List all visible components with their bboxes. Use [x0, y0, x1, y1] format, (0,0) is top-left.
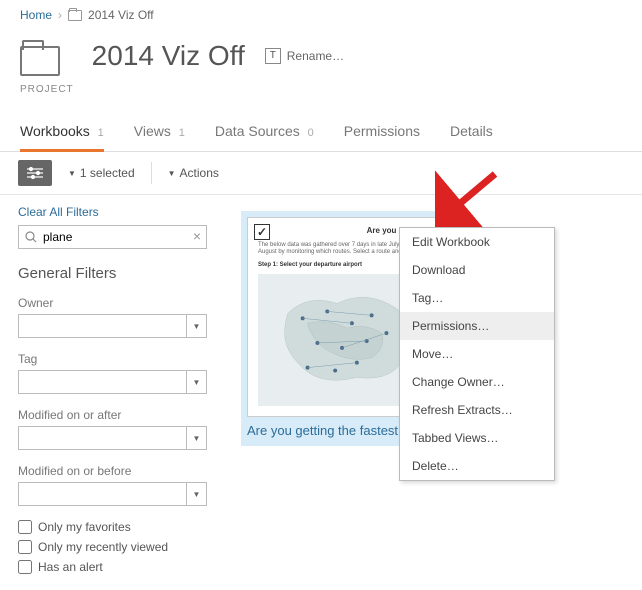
search-input[interactable]	[18, 225, 207, 249]
owner-dropdown-button[interactable]: ▼	[187, 314, 207, 338]
toolbar: ▼ 1 selected ▼ Actions	[0, 152, 642, 195]
tab-permissions[interactable]: Permissions	[344, 115, 420, 151]
favorites-checkbox[interactable]	[18, 520, 32, 534]
content-area: ✓ Are you ge… ●●● The below data was gat…	[225, 195, 642, 590]
actions-dropdown[interactable]: ▼ Actions	[168, 166, 219, 180]
modified-after-dropdown-button[interactable]: ▼	[187, 426, 207, 450]
tab-views-count: 1	[179, 127, 185, 139]
toolbar-divider	[151, 162, 152, 184]
page-header: PROJECT 2014 Viz Off T Rename…	[0, 30, 642, 115]
menu-tabbed-views[interactable]: Tabbed Views…	[400, 424, 554, 452]
menu-download[interactable]: Download	[400, 256, 554, 284]
tab-bar: Workbooks 1 Views 1 Data Sources 0 Permi…	[0, 115, 642, 152]
project-icon-block: PROJECT	[20, 40, 74, 95]
breadcrumb-separator: ›	[58, 8, 62, 22]
modified-before-input[interactable]	[18, 482, 187, 506]
filter-toggle-button[interactable]	[18, 160, 52, 186]
rename-button[interactable]: T Rename…	[265, 48, 344, 64]
filter-sidebar: Clear All Filters × General Filters Owne…	[0, 195, 225, 590]
modified-before-label: Modified on or before	[18, 464, 207, 478]
menu-change-owner[interactable]: Change Owner…	[400, 368, 554, 396]
modified-before-dropdown-button[interactable]: ▼	[187, 482, 207, 506]
tab-datasources[interactable]: Data Sources 0	[215, 115, 314, 151]
alert-label: Has an alert	[38, 560, 103, 574]
tab-views-label: Views	[134, 123, 171, 139]
menu-permissions[interactable]: Permissions…	[400, 312, 554, 340]
recent-label: Only my recently viewed	[38, 540, 168, 554]
folder-icon	[68, 10, 82, 21]
breadcrumb-home[interactable]: Home	[20, 8, 52, 22]
favorites-checkbox-row[interactable]: Only my favorites	[18, 520, 207, 534]
tab-workbooks[interactable]: Workbooks 1	[20, 115, 104, 152]
folder-icon-large	[20, 46, 60, 76]
menu-tag[interactable]: Tag…	[400, 284, 554, 312]
rename-label: Rename…	[287, 49, 344, 63]
project-label: PROJECT	[20, 84, 74, 95]
favorites-label: Only my favorites	[38, 520, 131, 534]
breadcrumb: Home › 2014 Viz Off	[0, 0, 642, 30]
menu-edit-workbook[interactable]: Edit Workbook	[400, 228, 554, 256]
tab-permissions-label: Permissions	[344, 123, 420, 139]
tab-workbooks-label: Workbooks	[20, 123, 90, 139]
menu-move[interactable]: Move…	[400, 340, 554, 368]
caret-down-icon: ▼	[68, 169, 76, 178]
tab-workbooks-count: 1	[98, 127, 104, 139]
card-checkbox[interactable]: ✓	[254, 224, 270, 240]
breadcrumb-current: 2014 Viz Off	[88, 8, 154, 22]
caret-down-icon: ▼	[168, 169, 176, 178]
tab-views[interactable]: Views 1	[134, 115, 185, 151]
recent-checkbox-row[interactable]: Only my recently viewed	[18, 540, 207, 554]
owner-input[interactable]	[18, 314, 187, 338]
search-icon	[25, 231, 37, 243]
clear-filters-link[interactable]: Clear All Filters	[18, 205, 99, 219]
context-menu: Edit Workbook Download Tag… Permissions……	[399, 227, 555, 481]
sliders-icon	[27, 167, 43, 179]
general-filters-heading: General Filters	[18, 265, 207, 282]
menu-delete[interactable]: Delete…	[400, 452, 554, 480]
tag-dropdown-button[interactable]: ▼	[187, 370, 207, 394]
modified-after-label: Modified on or after	[18, 408, 207, 422]
actions-label: Actions	[180, 166, 219, 180]
alert-checkbox-row[interactable]: Has an alert	[18, 560, 207, 574]
clear-search-icon[interactable]: ×	[193, 228, 201, 244]
tag-input[interactable]	[18, 370, 187, 394]
menu-refresh-extracts[interactable]: Refresh Extracts…	[400, 396, 554, 424]
modified-after-input[interactable]	[18, 426, 187, 450]
tag-label: Tag	[18, 352, 207, 366]
tab-details[interactable]: Details	[450, 115, 493, 151]
selected-count-dropdown[interactable]: ▼ 1 selected	[68, 166, 135, 180]
thumb-step: Step 1: Select your departure airport	[258, 262, 362, 268]
search-field-wrap: ×	[18, 225, 207, 249]
alert-checkbox[interactable]	[18, 560, 32, 574]
recent-checkbox[interactable]	[18, 540, 32, 554]
rename-icon: T	[265, 48, 281, 64]
tab-details-label: Details	[450, 123, 493, 139]
tab-datasources-label: Data Sources	[215, 123, 300, 139]
owner-label: Owner	[18, 296, 207, 310]
tab-datasources-count: 0	[308, 127, 314, 139]
page-title: 2014 Viz Off	[92, 40, 245, 72]
selected-count-label: 1 selected	[80, 166, 135, 180]
